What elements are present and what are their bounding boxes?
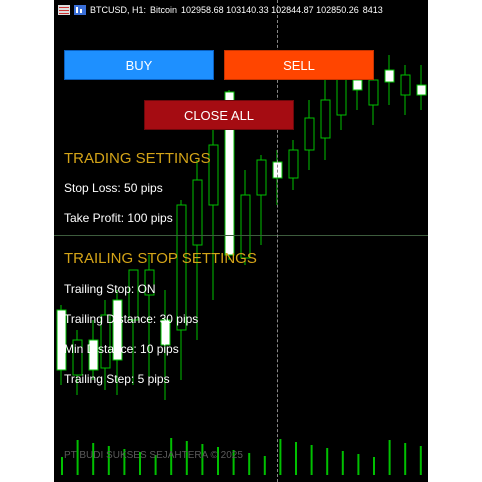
candle-body <box>288 149 299 179</box>
stop-loss-label: Stop Loss: 50 pips <box>64 181 163 195</box>
ohlc-prices: 102958.68 103140.33 102844.87 102850.26 <box>181 5 359 15</box>
price-line <box>54 235 428 236</box>
volume-value: 8413 <box>362 5 383 15</box>
candle-body <box>320 99 331 139</box>
candle-body <box>304 117 315 151</box>
trailing-step-label: Trailing Step: 5 pips <box>64 372 170 386</box>
candle-body <box>400 74 411 96</box>
trailing-distance-label: Trailing Distance: 30 pips <box>64 312 199 326</box>
chart-header: BTCUSD, H1: Bitcoin 102958.68 103140.33 … <box>54 0 428 20</box>
trailing-stop-label: Trailing Stop: ON <box>64 282 156 296</box>
chart-menu-icon[interactable] <box>58 5 70 15</box>
take-profit-label: Take Profit: 100 pips <box>64 211 173 225</box>
symbol-label: BTCUSD, H1: <box>90 5 147 15</box>
trading-settings-title: TRADING SETTINGS <box>64 150 211 167</box>
buy-button[interactable]: BUY <box>64 50 214 80</box>
chart-type-icon[interactable] <box>74 5 86 15</box>
sell-button[interactable]: SELL <box>224 50 374 80</box>
candle-body <box>240 194 251 259</box>
watermark: PT BUDI SUKSES SEJAHTERA © 2025 <box>64 450 243 461</box>
symbol-description: Bitcoin <box>150 5 178 15</box>
candle-body <box>384 69 395 83</box>
candle-body <box>352 79 363 91</box>
candle-body <box>256 159 267 196</box>
close-all-button[interactable]: CLOSE ALL <box>144 100 294 130</box>
candle-body <box>368 79 379 106</box>
chart-area[interactable]: BTCUSD, H1: Bitcoin 102958.68 103140.33 … <box>54 0 428 482</box>
candle-body <box>416 84 427 96</box>
min-distance-label: Min Distance: 10 pips <box>64 342 179 356</box>
trailing-settings-title: TRAILING STOP SETTINGS <box>64 250 257 267</box>
